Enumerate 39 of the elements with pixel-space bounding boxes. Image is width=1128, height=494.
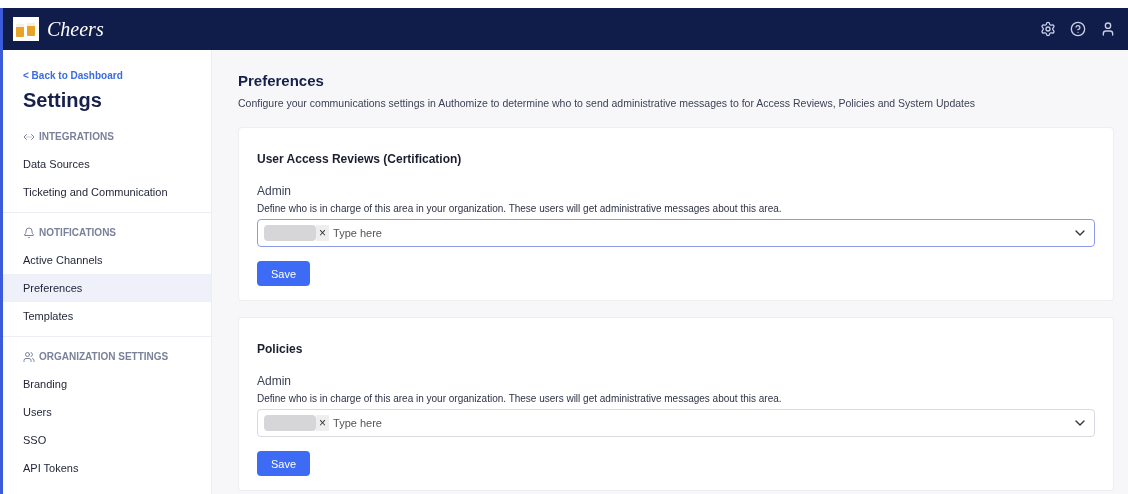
sidebar-item[interactable]: SSO — [3, 426, 211, 454]
users-icon — [23, 350, 35, 363]
sidebar-title: Settings — [22, 88, 103, 113]
type-input[interactable]: Type here — [333, 225, 1072, 242]
sidebar-item[interactable]: API Tokens — [3, 454, 211, 482]
section-heading: INTEGRATIONS — [39, 130, 114, 144]
field-help: Define who is in charge of this area in your organization. These users will get administrative messages about this area. — [257, 392, 783, 407]
field-help: Define who is in charge of this area in your organization. These users will get administrative messages about this area. — [257, 202, 783, 217]
sidebar-item[interactable]: Templates — [3, 302, 211, 330]
card-title: User Access Reviews (Certification) — [257, 151, 463, 169]
sidebar-item[interactable]: Preferences — [3, 274, 211, 302]
sidebar-item[interactable]: Data Sources — [3, 150, 211, 178]
settings-icon[interactable] — [1040, 21, 1056, 37]
section-heading: NOTIFICATIONS — [39, 226, 117, 240]
field-label: Admin — [257, 373, 292, 391]
beer-mugs-icon — [13, 17, 39, 41]
save-button[interactable]: Save — [257, 451, 310, 477]
bell-icon — [23, 226, 35, 239]
section-heading: ORGANIZATION SETTINGS — [39, 350, 169, 364]
type-input[interactable]: Type here — [333, 415, 1072, 432]
help-icon[interactable] — [1070, 21, 1086, 37]
save-button[interactable]: Save — [257, 261, 310, 287]
admin-select[interactable]: × Type here — [257, 219, 1095, 248]
page-description: Configure your communications settings in Authomize to determine who to send administrative messages to for Access Reviews, Policies and System Updates — [238, 95, 977, 111]
redacted-chip — [264, 415, 316, 432]
remove-chip-button[interactable]: × — [316, 225, 329, 242]
sidebar-item[interactable]: Users — [3, 398, 211, 426]
user-icon[interactable] — [1100, 21, 1116, 37]
page-title: Preferences — [238, 71, 325, 91]
back-link[interactable]: < Back to Dashboard — [3, 68, 211, 83]
sidebar-item[interactable]: Ticketing and Communication — [3, 178, 211, 206]
brand-logo[interactable]: Cheers — [47, 14, 104, 44]
card-title: Policies — [257, 341, 304, 359]
admin-select[interactable]: × Type here — [257, 409, 1095, 438]
remove-chip-button[interactable]: × — [316, 415, 329, 432]
redacted-chip — [264, 225, 316, 242]
field-label: Admin — [257, 183, 292, 201]
sidebar-item[interactable]: Branding — [3, 370, 211, 398]
sidebar-item[interactable]: Active Channels — [3, 246, 211, 274]
